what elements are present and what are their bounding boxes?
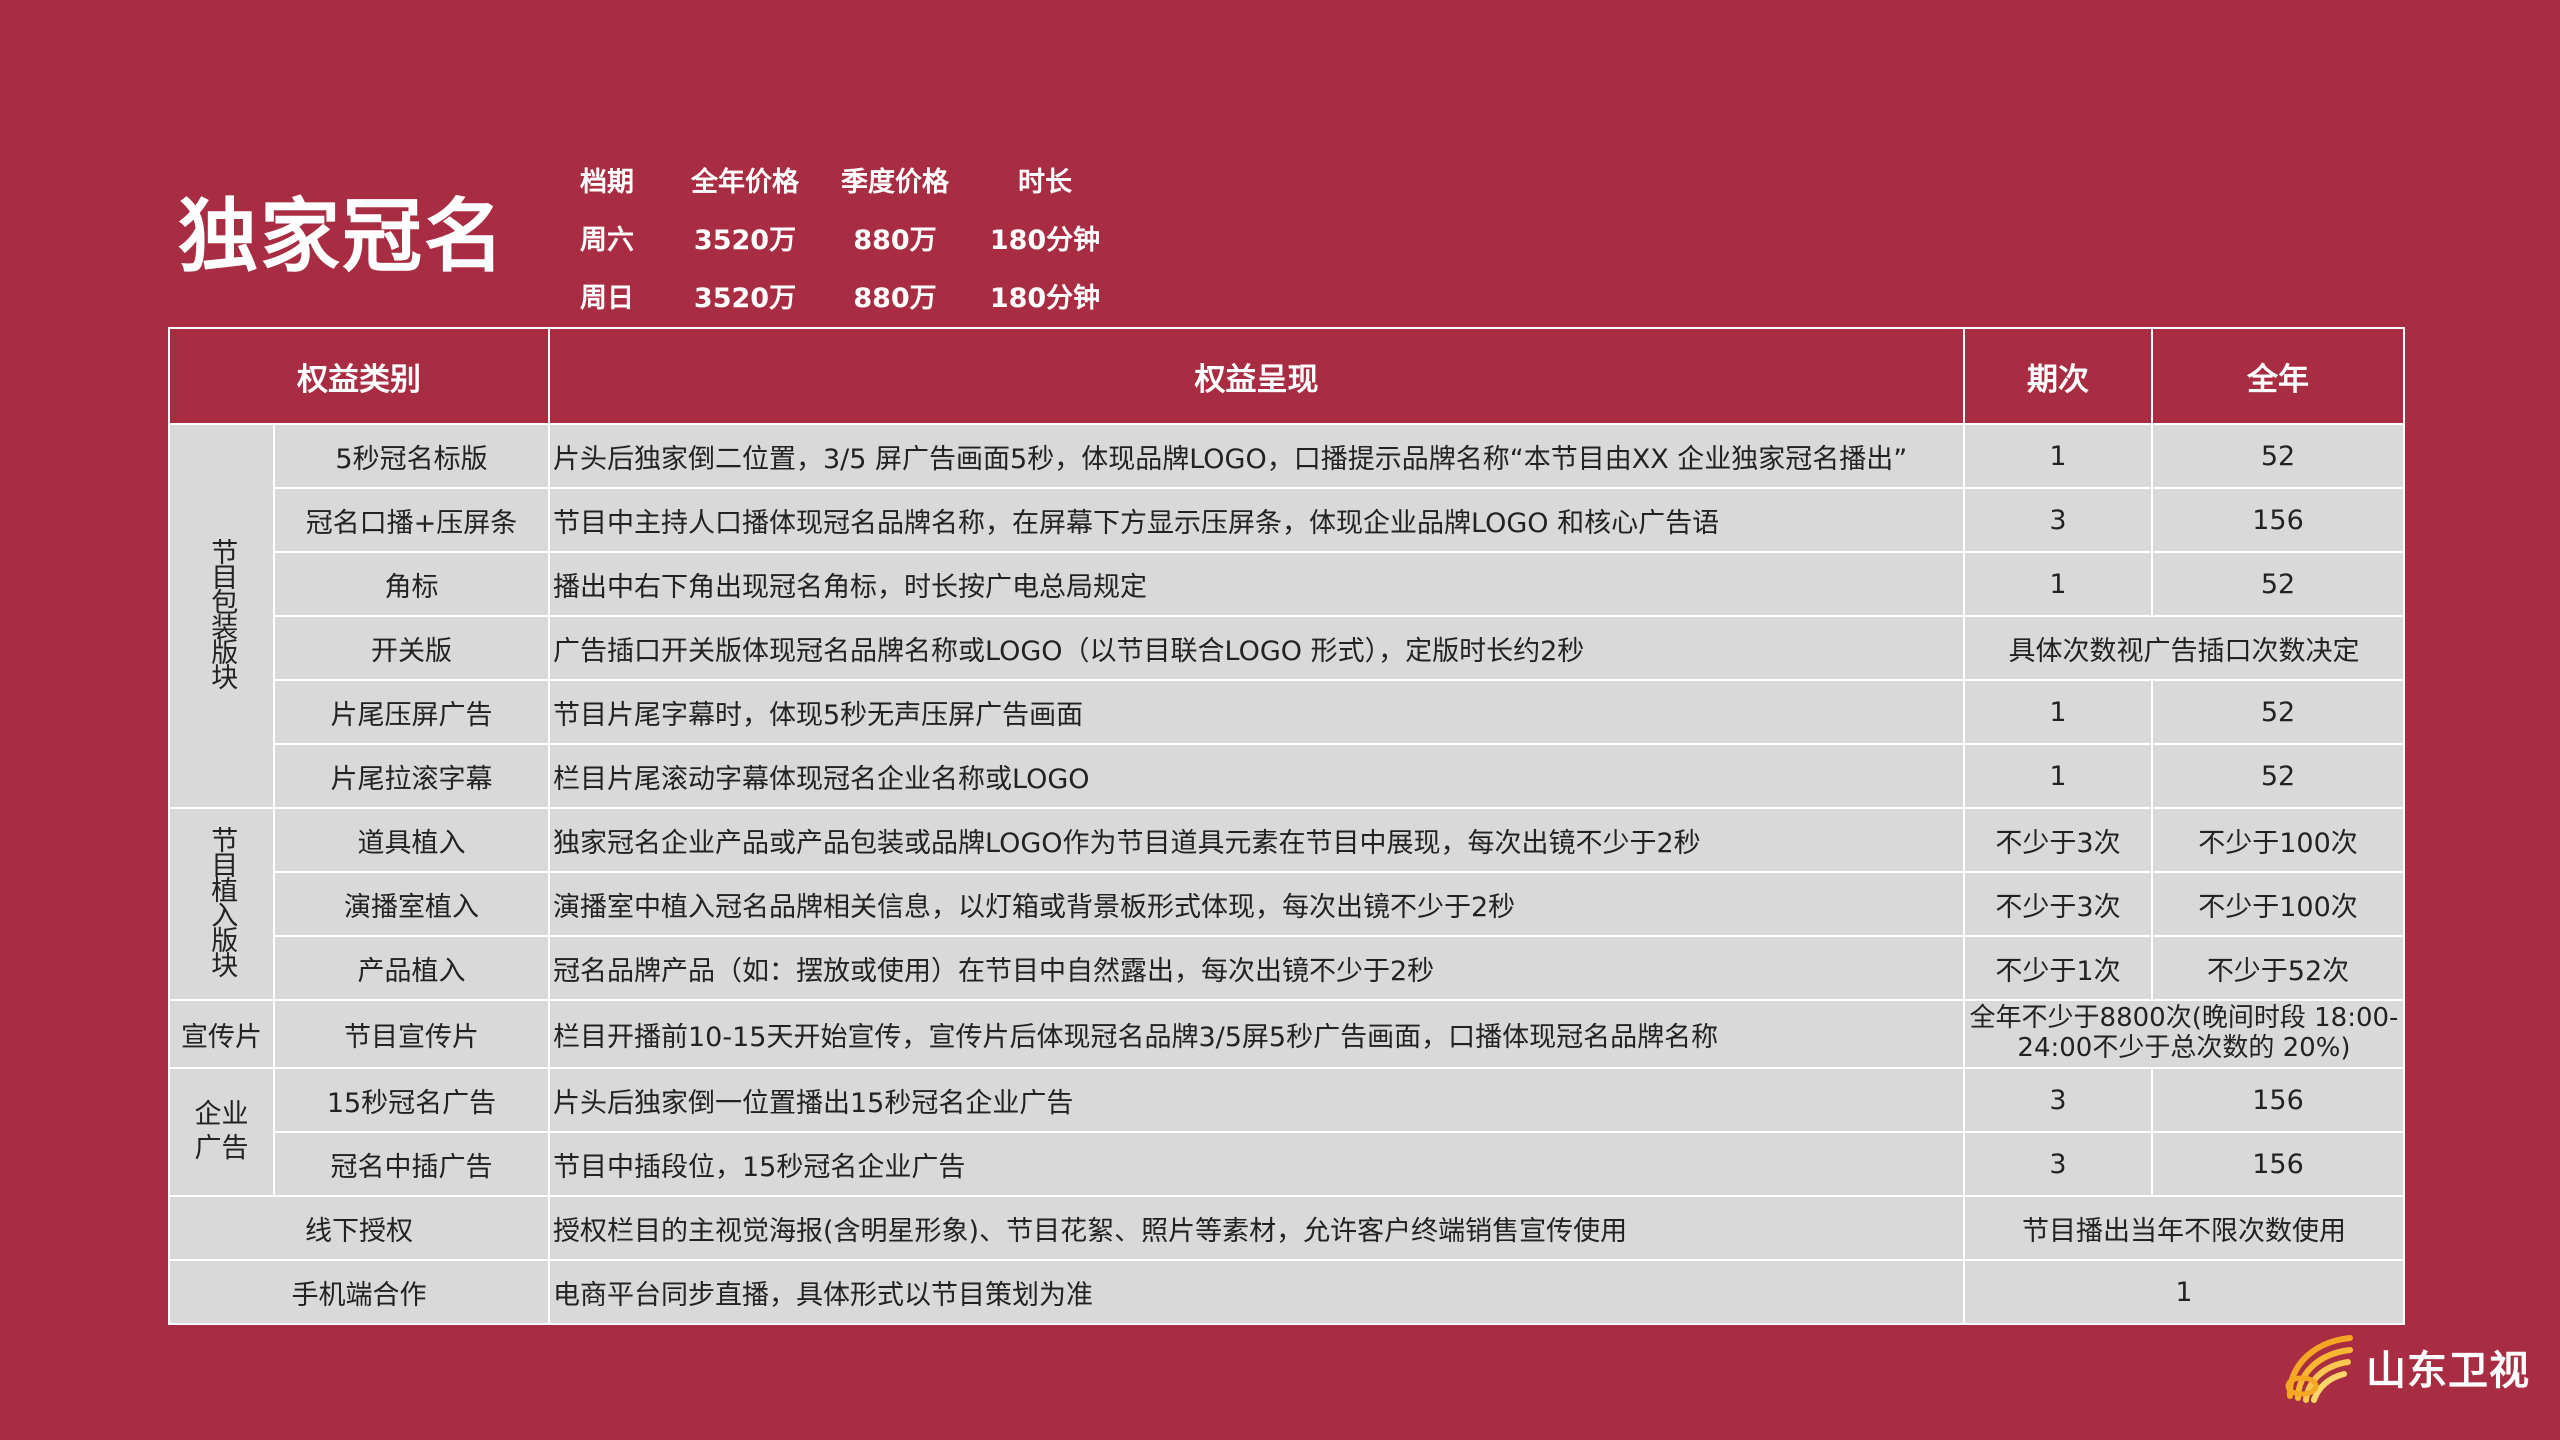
- item-name: 产品植入: [273, 936, 550, 1001]
- item-period: 3: [1963, 1068, 2153, 1133]
- table-row: 企业广告 15秒冠名广告 片头后独家倒一位置播出15秒冠名企业广告 3 156: [168, 1068, 2405, 1197]
- price-header-schedule: 档期: [580, 166, 634, 198]
- item-merged-value: 具体次数视广告插口次数决定: [1963, 616, 2405, 681]
- table-row: 片尾压屏广告 节目片尾字幕时，体现5秒无声压屏广告画面 1 52: [169, 680, 2405, 745]
- item-name: 节目宣传片: [273, 1000, 550, 1069]
- table-row: 开关版 广告插口开关版体现冠名品牌名称或LOGO（以节目联合LOGO 形式），定…: [169, 616, 2405, 681]
- item-description: 独家冠名企业产品或产品包装或品牌LOGO作为节目道具元素在节目中展现，每次出镜不…: [548, 808, 1965, 873]
- price-cell: 880万: [853, 282, 937, 314]
- item-year: 156: [2151, 1132, 2405, 1197]
- item-name: 角标: [273, 552, 550, 617]
- logo-text: 山东卫视: [2366, 1348, 2530, 1394]
- item-period: 1: [1963, 424, 2153, 489]
- item-period: 3: [1963, 488, 2153, 553]
- price-cell: 周日: [580, 282, 634, 314]
- table-row: 节目包装版块 5秒冠名标版 片头后独家倒二位置，3/5 屏广告画面5秒，体现品牌…: [168, 424, 2405, 809]
- price-table: 档期 全年价格 季度价格 时长 周六 3520万 880万 180分钟 周日 3…: [570, 150, 1120, 324]
- table-row: 宣传片 节目宣传片 栏目开播前10-15天开始宣传，宣传片后体现冠名品牌3/5屏…: [168, 1000, 2405, 1069]
- item-description: 授权栏目的主视觉海报(含明星形象)、节目花絮、照片等素材，允许客户终端销售宣传使…: [548, 1196, 1965, 1261]
- item-period: 1: [1963, 552, 2153, 617]
- group-ads: 企业广告: [168, 1068, 275, 1197]
- table-row: 手机端合作 电商平台同步直播，具体形式以节目策划为准 1: [168, 1260, 2405, 1325]
- item-merged-value: 1: [1963, 1260, 2405, 1325]
- item-description: 栏目开播前10-15天开始宣传，宣传片后体现冠名品牌3/5屏5秒广告画面，口播体…: [548, 1000, 1965, 1069]
- item-description: 节目片尾字幕时，体现5秒无声压屏广告画面: [548, 680, 1965, 745]
- header-year: 全年: [2151, 327, 2405, 425]
- table-row: 角标 播出中右下角出现冠名角标，时长按广电总局规定 1 52: [169, 552, 2405, 617]
- price-header-duration: 时长: [1018, 166, 1072, 198]
- item-name: 开关版: [273, 616, 550, 681]
- table-row: 演播室植入 演播室中植入冠名品牌相关信息，以灯箱或背景板形式体现，每次出镜不少于…: [169, 872, 2405, 937]
- item-description: 演播室中植入冠名品牌相关信息，以灯箱或背景板形式体现，每次出镜不少于2秒: [548, 872, 1965, 937]
- table-row: 冠名中插广告 节目中插段位，15秒冠名企业广告 3 156: [169, 1132, 2405, 1197]
- price-cell: 180分钟: [989, 282, 1101, 314]
- header-category: 权益类别: [168, 327, 550, 425]
- group-packaging: 节目包装版块: [168, 424, 275, 809]
- group-placement: 节目植入版块: [168, 808, 275, 1001]
- price-header-annual: 全年价格: [691, 166, 799, 198]
- item-year: 52: [2151, 552, 2405, 617]
- sun-rays-icon: [2285, 1335, 2353, 1403]
- item-year: 156: [2151, 488, 2405, 553]
- item-year: 不少于100次: [2151, 872, 2405, 937]
- item-period: 不少于3次: [1963, 808, 2153, 873]
- price-cell: 3520万: [693, 224, 797, 256]
- price-header-quarter: 季度价格: [841, 166, 949, 198]
- item-name: 片尾压屏广告: [273, 680, 550, 745]
- group-promo: 宣传片: [168, 1000, 275, 1069]
- item-description: 片头后独家倒二位置，3/5 屏广告画面5秒，体现品牌LOGO，口播提示品牌名称“…: [548, 424, 1965, 489]
- table-row: 冠名口播+压屏条 节目中主持人口播体现冠名品牌名称，在屏幕下方显示压屏条，体现企…: [169, 488, 2405, 553]
- item-name: 15秒冠名广告: [273, 1068, 550, 1133]
- item-description: 节目中插段位，15秒冠名企业广告: [548, 1132, 1965, 1197]
- item-description: 片头后独家倒一位置播出15秒冠名企业广告: [548, 1068, 1965, 1133]
- item-year: 156: [2151, 1068, 2405, 1133]
- page-title: 独家冠名: [178, 190, 506, 283]
- item-year: 不少于100次: [2151, 808, 2405, 873]
- item-description: 播出中右下角出现冠名角标，时长按广电总局规定: [548, 552, 1965, 617]
- price-cell: 3520万: [693, 282, 797, 314]
- header-period: 期次: [1963, 327, 2153, 425]
- item-name: 片尾拉滚字幕: [273, 744, 550, 809]
- item-year: 52: [2151, 424, 2405, 489]
- item-name: 冠名口播+压屏条: [273, 488, 550, 553]
- price-cell: 180分钟: [989, 224, 1101, 256]
- item-description: 电商平台同步直播，具体形式以节目策划为准: [548, 1260, 1965, 1325]
- table-header-row: 权益类别 权益呈现 期次 全年: [168, 327, 2405, 425]
- item-description: 栏目片尾滚动字幕体现冠名企业名称或LOGO: [548, 744, 1965, 809]
- item-period: 3: [1963, 1132, 2153, 1197]
- item-year: 52: [2151, 680, 2405, 745]
- item-year: 52: [2151, 744, 2405, 809]
- item-name: 道具植入: [273, 808, 550, 873]
- item-merged-value: 全年不少于8800次(晚间时段 18:00-24:00不少于总次数的 20%): [1963, 1000, 2405, 1069]
- channel-logo: 山东卫视: [2280, 1330, 2530, 1404]
- item-period: 1: [1963, 744, 2153, 809]
- price-cell: 周六: [580, 224, 634, 256]
- item-name: 5秒冠名标版: [273, 424, 550, 489]
- item-merged-value: 节目播出当年不限次数使用: [1963, 1196, 2405, 1261]
- table-row: 片尾拉滚字幕 栏目片尾滚动字幕体现冠名企业名称或LOGO 1 52: [169, 744, 2405, 809]
- price-cell: 880万: [853, 224, 937, 256]
- item-period: 1: [1963, 680, 2153, 745]
- table-row: 节目植入版块 道具植入 独家冠名企业产品或产品包装或品牌LOGO作为节目道具元素…: [168, 808, 2405, 1001]
- group-offline: 线下授权: [168, 1196, 550, 1261]
- table-row: 产品植入 冠名品牌产品（如：摆放或使用）在节目中自然露出，每次出镜不少于2秒 不…: [169, 936, 2405, 1001]
- item-description: 冠名品牌产品（如：摆放或使用）在节目中自然露出，每次出镜不少于2秒: [548, 936, 1965, 1001]
- item-period: 不少于1次: [1963, 936, 2153, 1001]
- benefits-table: 权益类别 权益呈现 期次 全年 节目包装版块 5秒冠名标版 片头后独家倒二位置，…: [168, 327, 2405, 1325]
- item-description: 节目中主持人口播体现冠名品牌名称，在屏幕下方显示压屏条，体现企业品牌LOGO 和…: [548, 488, 1965, 553]
- group-mobile: 手机端合作: [168, 1260, 550, 1325]
- table-row: 线下授权 授权栏目的主视觉海报(含明星形象)、节目花絮、照片等素材，允许客户终端…: [168, 1196, 2405, 1261]
- item-year: 不少于52次: [2151, 936, 2405, 1001]
- item-description: 广告插口开关版体现冠名品牌名称或LOGO（以节目联合LOGO 形式），定版时长约…: [548, 616, 1965, 681]
- item-name: 演播室植入: [273, 872, 550, 937]
- item-period: 不少于3次: [1963, 872, 2153, 937]
- item-name: 冠名中插广告: [273, 1132, 550, 1197]
- header-description: 权益呈现: [548, 327, 1965, 425]
